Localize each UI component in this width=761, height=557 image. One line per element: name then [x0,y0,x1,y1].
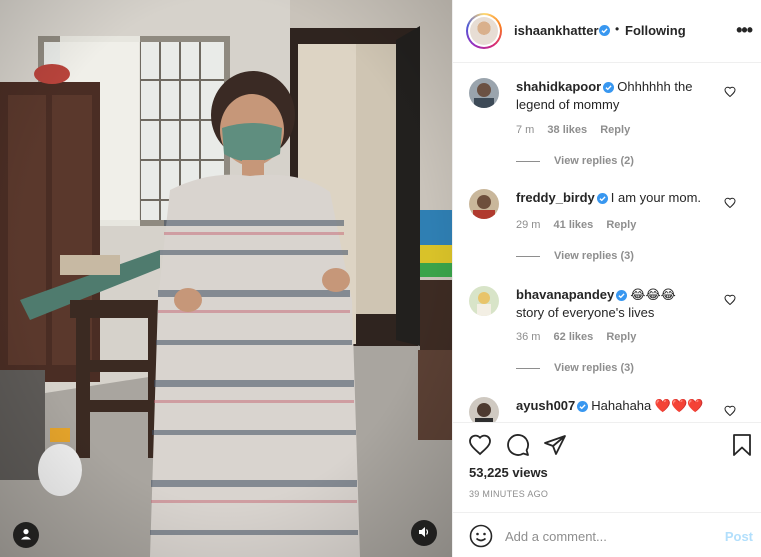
verified-badge-icon [577,400,589,416]
divider-line [516,367,540,369]
paper-plane-icon[interactable] [543,433,567,460]
comment-time[interactable]: 7 m [516,124,534,136]
view-count[interactable]: 53,225 views [469,465,548,480]
comment-author[interactable]: freddy_birdy [516,190,595,205]
avatar[interactable] [469,286,499,316]
post-comment-button[interactable]: Post [725,529,753,544]
comment-likes[interactable]: 38 likes [547,124,587,136]
reply-button[interactable]: Reply [606,331,636,343]
verified-badge-icon [603,81,615,97]
speaker-icon [418,526,430,541]
verified-badge-icon [599,24,610,39]
comment-time[interactable]: 29 m [516,219,540,231]
reply-button[interactable]: Reply [606,219,636,231]
comment-body-line2: story of everyone's lives [516,305,655,320]
comment-bubble-icon[interactable] [506,433,530,460]
comments-list[interactable]: shahidkapoor Ohhhhhh the legend of mommy … [453,64,761,422]
heart-icon[interactable] [724,197,736,212]
comment-time[interactable]: 36 m [516,331,540,343]
comment-author[interactable]: bhavanapandey [516,287,614,302]
post-actions: 53,225 views 39 MINUTES AGO [453,422,761,512]
comment-meta: 36 m 62 likes Reply [516,331,646,343]
divider-line [516,160,540,162]
view-replies-button[interactable]: View replies (3) [516,362,634,374]
verified-badge-icon [616,289,628,305]
view-replies-label: View replies (3) [554,362,634,374]
comment-body: Hahahaha ❤️❤️❤️ [591,398,704,413]
divider-line [516,255,540,257]
comment-text: shahidkapoor Ohhhhhh the legend of mommy [516,79,726,113]
view-replies-label: View replies (3) [554,250,634,262]
smiley-icon[interactable] [469,524,493,551]
comment-likes[interactable]: 41 likes [554,219,594,231]
comment-author[interactable]: ayush007 [516,398,575,413]
post-header: ishaankhatter • Following ••• [453,0,761,63]
comment-body: I am your mom. [610,190,702,205]
avatar[interactable] [469,189,499,219]
view-replies-label: View replies (2) [554,155,634,167]
comment-author[interactable]: shahidkapoor [516,79,601,94]
heart-icon[interactable] [724,294,736,309]
avatar[interactable] [469,397,499,422]
view-replies-button[interactable]: View replies (3) [516,250,634,262]
reply-button[interactable]: Reply [600,124,630,136]
user-icon [20,528,32,543]
comment-likes[interactable]: 62 likes [554,331,594,343]
heart-icon[interactable] [468,433,492,460]
comment-text: bhavanapandey 😂😂😂 story of everyone's live… [516,287,726,321]
video-frame [0,0,452,557]
view-replies-button[interactable]: View replies (2) [516,155,634,167]
heart-icon[interactable] [724,86,736,101]
following-button[interactable]: Following [625,23,686,38]
separator-dot: • [615,22,620,36]
heart-icon[interactable] [724,405,736,420]
comment-text: freddy_birdy I am your mom. [516,190,726,208]
post-timestamp[interactable]: 39 MINUTES AGO [469,489,548,499]
author-username[interactable]: ishaankhatter [514,23,599,38]
comment-meta: 7 m 38 likes Reply [516,124,640,136]
audio-toggle-button[interactable] [411,520,437,546]
tagged-user-button[interactable] [13,522,39,548]
comment-composer: Post [453,512,761,557]
avatar[interactable] [469,78,499,108]
comment-input[interactable] [505,525,705,547]
comment-meta: 29 m 41 likes Reply [516,219,646,231]
author-avatar[interactable] [466,13,502,49]
ellipsis-icon[interactable]: ••• [736,20,753,41]
verified-badge-icon [596,192,608,208]
bookmark-icon[interactable] [730,433,754,460]
post-detail-panel: ishaankhatter • Following ••• shahidkapo… [452,0,761,557]
comment-text: ayush007 Hahahaha ❤️❤️❤️ [516,398,726,416]
comment-body: 😂😂😂 [630,287,676,302]
post-video[interactable] [0,0,452,557]
